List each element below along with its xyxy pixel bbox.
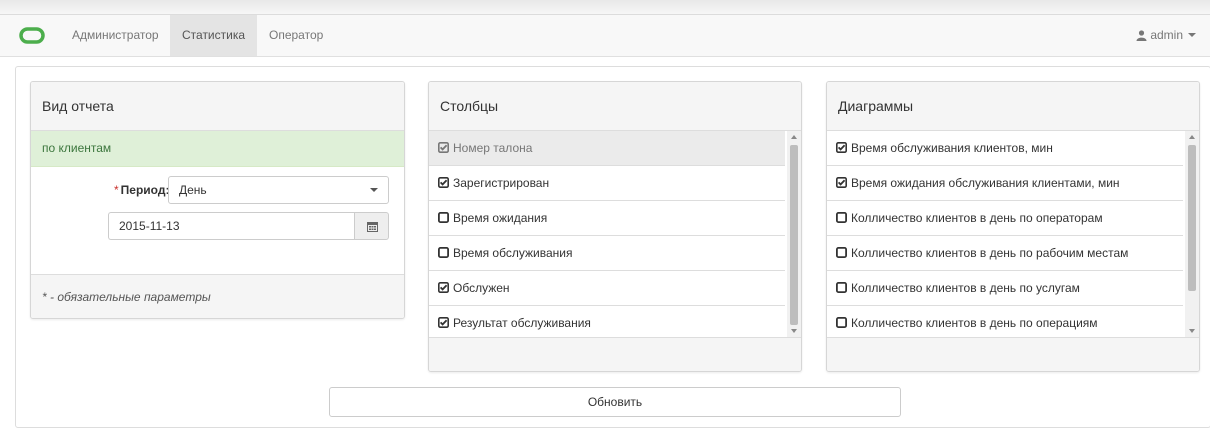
- checkbox-checked-icon: [438, 307, 449, 328]
- checkbox-unchecked-icon: [835, 202, 847, 223]
- period-select[interactable]: День: [168, 176, 389, 204]
- charts-panel: Диаграммы Время обслуживания клиентов, м…: [826, 81, 1200, 372]
- period-label: * Период:: [114, 183, 170, 197]
- chevron-down-icon: [1188, 33, 1196, 37]
- user-menu[interactable]: admin: [1136, 15, 1196, 56]
- checkbox-checked-icon: [836, 132, 847, 153]
- scroll-down-icon[interactable]: [1189, 329, 1195, 333]
- checkbox-unchecked-icon: [835, 307, 847, 328]
- navbar: Администратор Статистика Оператор admin: [0, 15, 1210, 57]
- charts-list: Время обслуживания клиентов, мин Время о…: [827, 131, 1199, 337]
- calendar-button[interactable]: [354, 212, 389, 240]
- nav-item-admin[interactable]: Администратор: [60, 15, 171, 56]
- scroll-up-icon[interactable]: [791, 135, 797, 139]
- chart-item-clients-by-operator[interactable]: Колличество клиентов в день по оператора…: [827, 201, 1183, 236]
- checkbox-checked-icon: [438, 132, 449, 153]
- chevron-down-icon: [370, 188, 378, 192]
- checkbox-unchecked-icon: [437, 202, 449, 223]
- checkbox-checked-icon: [836, 167, 847, 188]
- column-item-served[interactable]: Обслужен: [429, 271, 785, 306]
- column-item-registered[interactable]: Зарегистрирован: [429, 166, 785, 201]
- nav-item-statistics[interactable]: Статистика: [170, 15, 258, 56]
- checkbox-checked-icon: [438, 167, 449, 188]
- scroll-up-icon[interactable]: [1189, 135, 1195, 139]
- user-name: admin: [1150, 28, 1183, 42]
- nav-item-operator[interactable]: Оператор: [257, 15, 335, 56]
- chart-item-wait-time[interactable]: Время ожидания обслуживания клиентами, м…: [827, 166, 1183, 201]
- report-type-selected[interactable]: по клиентам: [31, 131, 404, 167]
- checkbox-unchecked-icon: [835, 272, 847, 293]
- charts-scrollbar[interactable]: [1185, 131, 1199, 337]
- scrollbar-thumb[interactable]: [1188, 145, 1196, 291]
- checkbox-unchecked-icon: [437, 237, 449, 258]
- charts-footer: [827, 337, 1199, 371]
- columns-title: Столбцы: [429, 82, 801, 131]
- columns-panel: Столбцы Номер талона Зарегистрирован Вре…: [428, 81, 802, 372]
- columns-scrollbar[interactable]: [787, 131, 801, 337]
- scroll-down-icon[interactable]: [791, 329, 797, 333]
- columns-footer: [429, 337, 801, 371]
- report-type-title: Вид отчета: [31, 82, 404, 131]
- chart-item-clients-by-operation[interactable]: Колличество клиентов в день по операциям: [827, 306, 1183, 337]
- chart-item-clients-by-workplace[interactable]: Колличество клиентов в день по рабочим м…: [827, 236, 1183, 271]
- window-top-edge: [0, 0, 1210, 15]
- calendar-icon: [367, 222, 378, 232]
- link-logo-icon[interactable]: [19, 27, 45, 44]
- date-input[interactable]: 2015-11-13: [108, 212, 354, 240]
- scrollbar-thumb[interactable]: [790, 145, 798, 325]
- checkbox-checked-icon: [438, 272, 449, 293]
- report-type-panel: Вид отчета по клиентам * Период: День 201…: [30, 81, 405, 319]
- chart-item-clients-by-service[interactable]: Колличество клиентов в день по услугам: [827, 271, 1183, 306]
- period-select-value: День: [179, 183, 207, 197]
- columns-list: Номер талона Зарегистрирован Время ожида…: [429, 131, 801, 337]
- chart-item-service-time[interactable]: Время обслуживания клиентов, мин: [827, 131, 1183, 166]
- required-note: * - обязательные параметры: [31, 274, 404, 318]
- column-item-ticket-number[interactable]: Номер талона: [429, 131, 785, 166]
- column-item-service-time[interactable]: Время обслуживания: [429, 236, 785, 271]
- user-icon: [1136, 30, 1147, 41]
- period-form: * Период: День 2015-11-13: [31, 167, 404, 274]
- checkbox-unchecked-icon: [835, 237, 847, 258]
- column-item-service-result[interactable]: Результат обслуживания: [429, 306, 785, 337]
- charts-title: Диаграммы: [827, 82, 1199, 131]
- refresh-button[interactable]: Обновить: [329, 387, 901, 417]
- column-item-wait-time[interactable]: Время ожидания: [429, 201, 785, 236]
